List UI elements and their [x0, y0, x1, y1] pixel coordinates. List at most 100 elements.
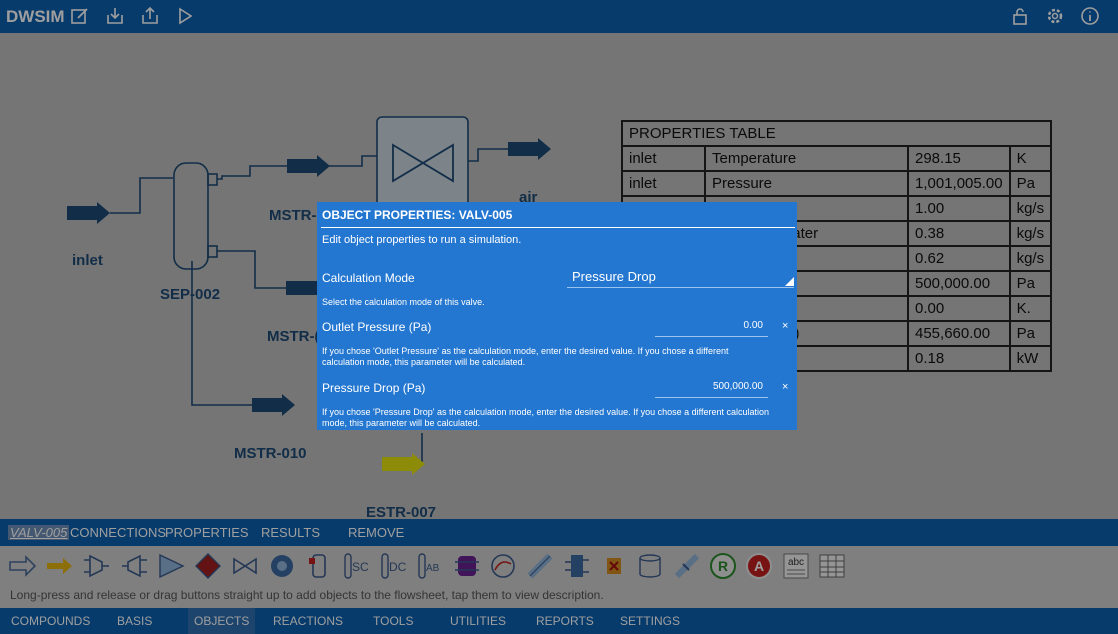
adjust-a-icon[interactable]: A: [745, 552, 773, 580]
clear-outlet-pressure-icon[interactable]: ×: [782, 320, 788, 332]
pressure-drop-label: Pressure Drop (Pa): [322, 381, 426, 395]
heat-exchanger-icon[interactable]: [453, 552, 481, 580]
dropdown-arrow-icon: [785, 277, 794, 286]
separator-icon[interactable]: [563, 552, 591, 580]
tab-settings[interactable]: SETTINGS: [620, 614, 680, 628]
reactor-icon[interactable]: [305, 552, 333, 580]
tab-tools[interactable]: TOOLS: [373, 614, 413, 628]
tab-connections[interactable]: CONNECTIONS: [70, 525, 166, 540]
row-value: 1.00: [907, 195, 1011, 222]
table-row: inlet Temperature 298.15 K: [621, 145, 1053, 172]
sep-002-vessel[interactable]: [173, 162, 218, 270]
outlet-pressure-hint: If you chose 'Outlet Pressure' as the ca…: [322, 346, 729, 367]
palette-hint: Long-press and release or drag buttons s…: [10, 588, 604, 602]
row-unit: Pa: [1008, 320, 1053, 347]
inlet-label: inlet: [72, 252, 103, 269]
row-unit: kg/s: [1008, 195, 1053, 222]
recycle-r-label: R: [718, 558, 728, 574]
download-icon[interactable]: [105, 6, 125, 26]
row-value: 500,000.00: [907, 270, 1011, 297]
mstr-top-label: MSTR-: [269, 207, 317, 224]
tab-objects[interactable]: OBJECTS: [188, 608, 256, 634]
tab-results[interactable]: RESULTS: [261, 525, 320, 540]
mstr-010-label: MSTR-010: [234, 445, 307, 462]
sep-002-label: SEP-002: [160, 286, 221, 303]
dialog-title: OBJECT PROPERTIES: VALV-005: [322, 208, 513, 222]
tab-basis[interactable]: BASIS: [117, 614, 152, 628]
distillation-column-icon[interactable]: DC: [379, 552, 407, 580]
mstr-mid-stream[interactable]: [286, 281, 318, 295]
row-unit: kg/s: [1008, 245, 1053, 272]
recycle-r-icon[interactable]: R: [709, 552, 737, 580]
svg-text:SC: SC: [352, 560, 369, 574]
dialog-subtitle: Edit object properties to run a simulati…: [322, 234, 522, 246]
energy-stream-icon[interactable]: [45, 552, 73, 580]
row-object: inlet: [621, 145, 706, 172]
text-label-icon[interactable]: abc: [782, 552, 810, 580]
splitter-icon[interactable]: [120, 552, 148, 580]
component-separator-icon[interactable]: [600, 552, 628, 580]
pump-icon[interactable]: [157, 552, 185, 580]
tab-compounds[interactable]: COMPOUNDS: [11, 614, 90, 628]
mstr-top-stream[interactable]: [287, 155, 330, 177]
info-icon[interactable]: [1080, 6, 1100, 26]
object-palette: SC DC AB R A abc Long-press and release …: [0, 546, 1118, 608]
tab-reports[interactable]: REPORTS: [536, 614, 594, 628]
material-stream-icon[interactable]: [8, 552, 36, 580]
air-stream[interactable]: [508, 138, 551, 160]
dialog-title-divider: [321, 227, 795, 228]
pressure-drop-input[interactable]: 500,000.00: [655, 381, 768, 398]
table-icon[interactable]: [818, 552, 846, 580]
row-property: Pressure: [704, 170, 909, 197]
object-properties-dialog: OBJECT PROPERTIES: VALV-005 Edit object …: [317, 202, 797, 430]
gear-icon[interactable]: [1045, 6, 1065, 26]
share-icon[interactable]: [140, 6, 160, 26]
properties-table-header: PROPERTIES TABLE: [620, 120, 1053, 147]
estr-007-stream[interactable]: [382, 453, 425, 475]
heater-icon[interactable]: [194, 552, 222, 580]
valve-icon[interactable]: [231, 552, 259, 580]
shortcut-column-icon[interactable]: SC: [342, 552, 370, 580]
object-tabs-bar: VALV-005 CONNECTIONS PROPERTIES RESULTS …: [0, 519, 1118, 546]
recycle-icon[interactable]: [489, 552, 517, 580]
mstr-010-stream[interactable]: [252, 394, 295, 416]
compressor-icon[interactable]: [268, 552, 296, 580]
outlet-pressure-label: Outlet Pressure (Pa): [322, 320, 432, 334]
tab-selected-object[interactable]: VALV-005: [8, 525, 70, 540]
absorption-column-icon[interactable]: AB: [416, 552, 444, 580]
bottom-tabs-bar: COMPOUNDS BASIS OBJECTS REACTIONS TOOLS …: [0, 608, 1118, 634]
row-unit: Pa: [1008, 270, 1053, 297]
row-value: 0.62: [907, 245, 1011, 272]
clear-pressure-drop-icon[interactable]: ×: [782, 381, 788, 393]
row-unit: kW: [1008, 345, 1053, 372]
adjust-a-label: A: [754, 558, 764, 574]
outlet-pressure-input[interactable]: 0.00: [655, 320, 768, 337]
row-value: 298.15: [907, 145, 1011, 172]
row-value: 0.38: [907, 220, 1011, 247]
pipe-icon[interactable]: [526, 552, 554, 580]
row-value: 0.00: [907, 295, 1011, 322]
calc-mode-select[interactable]: Pressure Drop: [567, 269, 794, 288]
row-object: inlet: [621, 170, 706, 197]
mstr-mid-label: MSTR-(: [267, 328, 320, 345]
inlet-stream[interactable]: [67, 202, 110, 224]
text-label-abc: abc: [788, 557, 804, 568]
orifice-icon[interactable]: [673, 552, 701, 580]
pressure-drop-hint: If you chose 'Pressure Drop' as the calc…: [322, 407, 770, 428]
tab-reactions[interactable]: REACTIONS: [273, 614, 343, 628]
svg-text:AB: AB: [426, 563, 440, 574]
valve-valv-005[interactable]: [376, 116, 469, 208]
play-icon[interactable]: [175, 6, 195, 26]
tank-icon[interactable]: [636, 552, 664, 580]
app-title: DWSIM: [6, 7, 65, 26]
row-value: 455,660.00: [907, 320, 1011, 347]
edit-icon[interactable]: [70, 6, 90, 26]
lock-icon[interactable]: [1010, 6, 1030, 26]
tab-utilities[interactable]: UTILITIES: [450, 614, 506, 628]
tab-properties[interactable]: PROPERTIES: [165, 525, 249, 540]
row-value: 0.18: [907, 345, 1011, 372]
table-row: inlet Pressure 1,001,005.00 Pa: [621, 170, 1053, 197]
mixer-icon[interactable]: [82, 552, 110, 580]
tab-remove[interactable]: REMOVE: [348, 525, 404, 540]
svg-text:DC: DC: [389, 560, 407, 574]
